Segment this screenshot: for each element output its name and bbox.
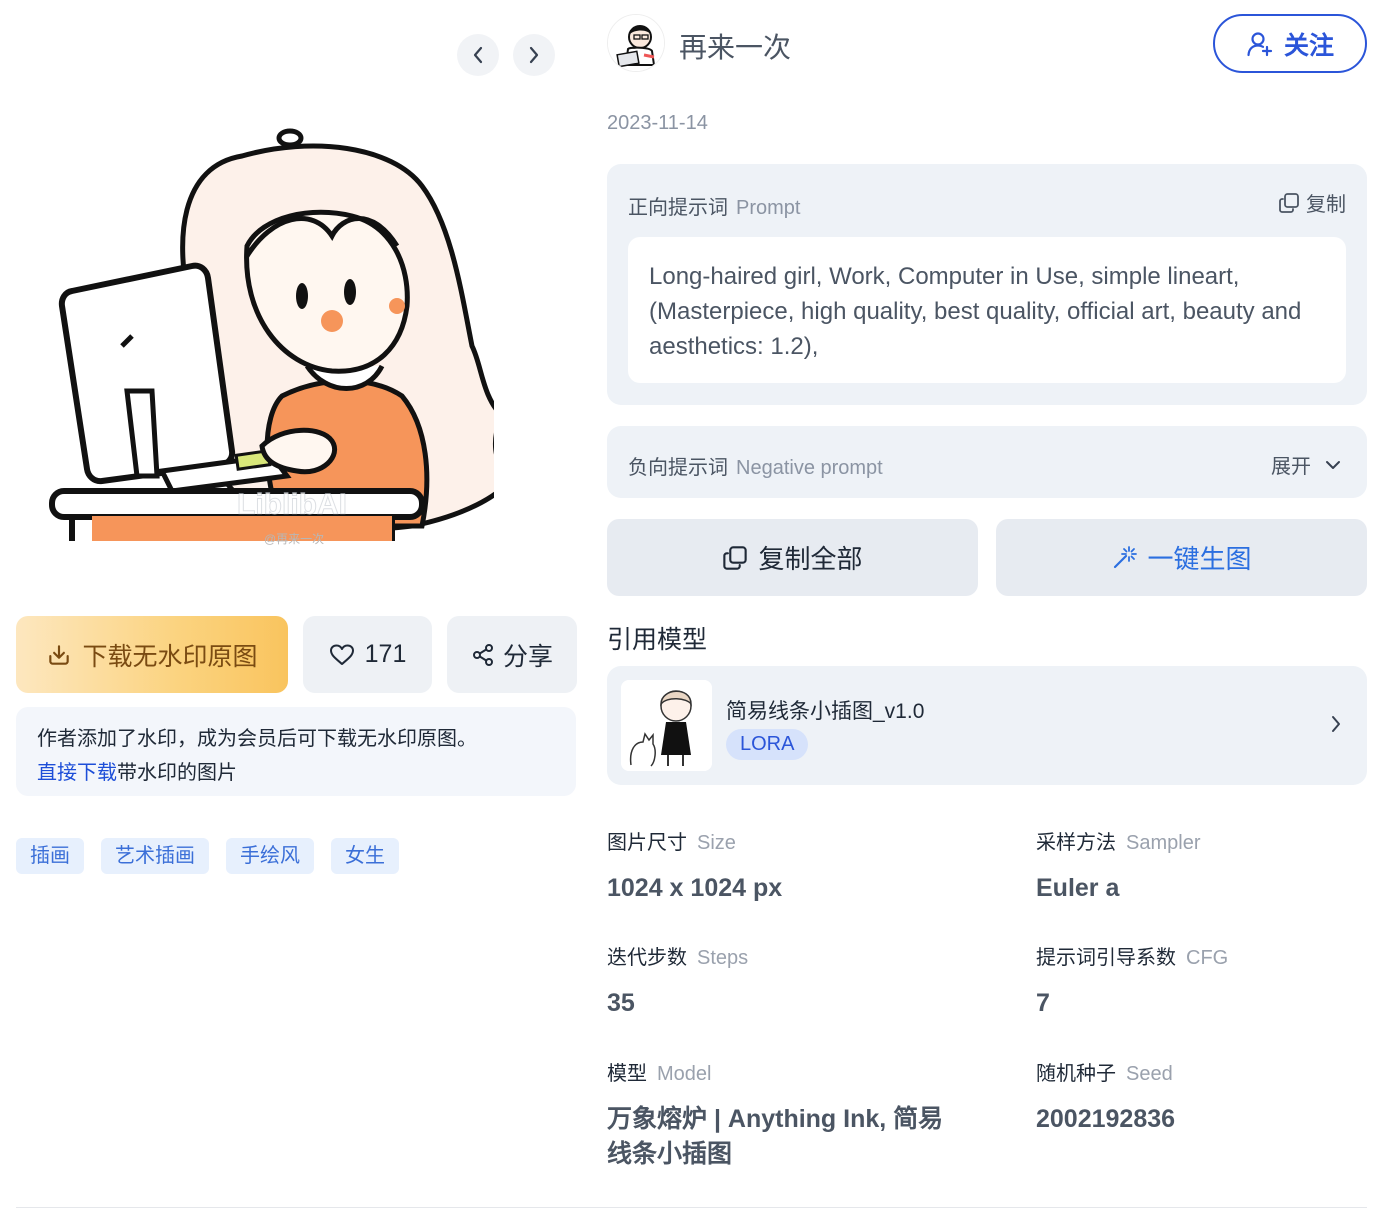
add-user-icon — [1247, 31, 1273, 56]
param-value: 7 — [1036, 989, 1050, 1017]
chevron-left-icon — [473, 46, 483, 64]
publish-date: 2023-11-14 — [607, 112, 708, 134]
param-label-zh: 图片尺寸 — [607, 832, 687, 854]
chevron-right-icon — [1332, 716, 1340, 732]
avatar-illustration — [608, 15, 664, 71]
action-bar: 下载无水印原图 171 分享 — [16, 616, 577, 693]
param-value: 万象熔炉 | Anything Ink, 简易线条小插图 — [607, 1105, 944, 1168]
prev-image-button[interactable] — [457, 34, 499, 76]
generate-button[interactable]: 一键生图 — [996, 519, 1367, 596]
param-label-zh: 提示词引导系数 — [1036, 947, 1176, 969]
param-label-en: CFG — [1186, 947, 1229, 969]
param-label: 提示词引导系数 CFG — [1036, 941, 1228, 970]
tag-item[interactable]: 女生 — [331, 838, 399, 874]
param-cfg: 提示词引导系数 CFG 7 — [1036, 941, 1228, 1021]
chevron-right-icon — [529, 46, 539, 64]
param-label-zh: 采样方法 — [1036, 832, 1116, 854]
param-label-en: Seed — [1126, 1063, 1173, 1085]
param-value: 35 — [607, 989, 635, 1017]
author-name[interactable]: 再来一次 — [679, 26, 791, 66]
copy-icon — [723, 545, 748, 570]
param-value: Euler a — [1036, 874, 1120, 902]
copy-prompt-button[interactable]: 复制 — [1278, 188, 1346, 217]
like-button[interactable]: 171 — [303, 616, 432, 693]
negative-label-zh: 负向提示词 — [628, 457, 728, 479]
param-seed: 随机种子 Seed 2002192836 — [1036, 1057, 1175, 1137]
expand-label: 展开 — [1271, 456, 1311, 478]
param-size: 图片尺寸 Size 1024 x 1024 px — [607, 826, 782, 906]
param-label: 随机种子 Seed — [1036, 1057, 1175, 1086]
share-label: 分享 — [502, 642, 553, 671]
models-section-title: 引用模型 — [607, 626, 708, 654]
param-label: 模型 Model — [607, 1057, 947, 1086]
author-avatar[interactable] — [607, 14, 665, 72]
param-model: 模型 Model 万象熔炉 | Anything Ink, 简易线条小插图 — [607, 1057, 947, 1172]
param-label-zh: 模型 — [607, 1063, 647, 1085]
prompt-label-en: Prompt — [736, 197, 801, 219]
download-label: 下载无水印原图 — [82, 642, 258, 671]
param-label: 迭代步数 Steps — [607, 941, 748, 970]
param-label-en: Model — [657, 1063, 712, 1085]
model-thumbnail-illustration — [621, 680, 712, 771]
prompt-panel: 正向提示词 Prompt 复制 Long-haired girl, Work, C… — [607, 164, 1367, 405]
expand-toggle[interactable]: 展开 — [1271, 450, 1341, 479]
artwork-logo-watermark: LiblibAI — [237, 488, 347, 521]
copy-all-label: 复制全部 — [758, 544, 863, 574]
like-count: 171 — [364, 640, 407, 668]
param-label: 采样方法 Sampler — [1036, 826, 1200, 855]
follow-button[interactable]: 关注 — [1213, 14, 1367, 73]
param-label-zh: 迭代步数 — [607, 947, 687, 969]
generate-label: 一键生图 — [1147, 544, 1252, 574]
negative-prompt-label: 负向提示词 Negative prompt — [628, 451, 883, 480]
next-image-button[interactable] — [513, 34, 555, 76]
model-thumbnail — [621, 680, 712, 771]
heart-icon — [329, 644, 354, 665]
param-value: 2002192836 — [1036, 1105, 1176, 1133]
download-with-watermark-link[interactable]: 直接下载 — [37, 762, 117, 784]
tag-list: 插画 艺术插画 手绘风 女生 — [16, 838, 399, 874]
negative-label-en: Negative prompt — [736, 457, 883, 479]
prompt-text: Long-haired girl, Work, Computer in Use,… — [628, 237, 1346, 383]
follow-label: 关注 — [1283, 31, 1334, 60]
tag-item[interactable]: 艺术插画 — [101, 838, 209, 874]
image-watermark-text: @再来一次 — [264, 532, 325, 546]
share-button[interactable]: 分享 — [447, 616, 577, 693]
watermark-notice: 作者添加了水印，成为会员后可下载无水印原图。 直接下载带水印的图片 — [16, 707, 576, 796]
notice-link-suffix: 带水印的图片 — [117, 762, 237, 784]
share-icon — [472, 643, 493, 666]
param-sampler: 采样方法 Sampler Euler a — [1036, 826, 1200, 906]
param-label-en: Size — [697, 832, 736, 854]
magic-wand-icon — [1114, 545, 1138, 568]
model-type-badge: LORA — [726, 729, 809, 760]
negative-prompt-panel[interactable]: 负向提示词 Negative prompt 展开 — [607, 426, 1367, 498]
bottom-divider — [16, 1207, 1367, 1208]
param-label-en: Steps — [697, 947, 749, 969]
tag-item[interactable]: 手绘风 — [226, 838, 314, 874]
copy-label: 复制 — [1306, 194, 1346, 216]
model-name: 简易线条小插图_v1.0 — [726, 700, 925, 723]
param-label-en: Sampler — [1126, 832, 1201, 854]
download-original-button[interactable]: 下载无水印原图 — [16, 616, 288, 693]
prompt-label: 正向提示词 Prompt — [628, 191, 800, 220]
tag-item[interactable]: 插画 — [16, 838, 84, 874]
copy-icon — [1279, 192, 1299, 213]
copy-all-button[interactable]: 复制全部 — [607, 519, 978, 596]
param-steps: 迭代步数 Steps 35 — [607, 941, 748, 1021]
notice-text: 作者添加了水印，成为会员后可下载无水印原图。 — [37, 728, 477, 750]
notice-line-2: 直接下载带水印的图片 — [37, 756, 555, 790]
param-value: 1024 x 1024 px — [607, 874, 783, 902]
param-label-zh: 随机种子 — [1036, 1063, 1116, 1085]
artwork-image[interactable]: LiblibAI — [32, 96, 494, 541]
download-icon — [49, 644, 70, 665]
model-card[interactable]: 简易线条小插图_v1.0 LORA — [607, 666, 1367, 785]
prompt-label-zh: 正向提示词 — [628, 197, 728, 219]
chevron-down-icon — [1326, 460, 1340, 469]
param-label: 图片尺寸 Size — [607, 826, 782, 855]
